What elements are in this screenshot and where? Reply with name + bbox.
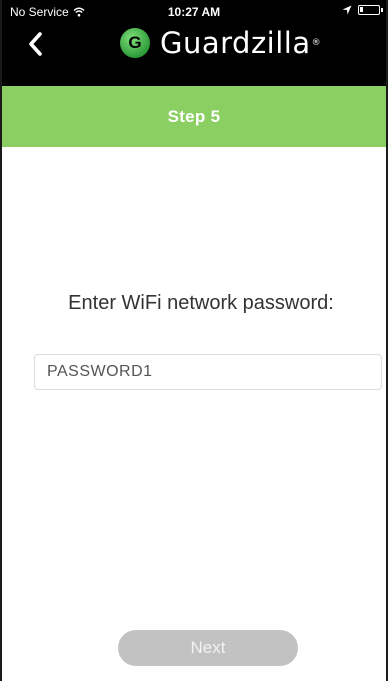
app-header: No Service 10:27 AM G Guardzilla® — [2, 0, 386, 86]
status-time: 10:27 AM — [167, 5, 221, 19]
wifi-password-prompt: Enter WiFi network password: — [68, 292, 334, 314]
next-button[interactable]: Next — [118, 630, 298, 666]
guardzilla-logo-icon: G — [120, 28, 150, 58]
status-bar: No Service 10:27 AM — [2, 0, 386, 24]
wifi-password-input[interactable] — [34, 354, 382, 390]
brand-name: Guardzilla® — [160, 28, 321, 58]
status-right — [342, 5, 383, 15]
location-arrow-icon — [342, 5, 352, 15]
nav-bar: G Guardzilla® — [2, 24, 386, 86]
back-button[interactable] — [22, 26, 52, 62]
brand-name-text: Guardzilla — [160, 26, 311, 60]
battery-icon — [358, 5, 383, 15]
step-title: Step 5 — [167, 106, 221, 126]
brand-registered-mark: ® — [311, 38, 322, 48]
chevron-left-icon — [29, 32, 42, 56]
app-screen: No Service 10:27 AM G Guardzilla® Step 5… — [0, 0, 388, 681]
brand: G Guardzilla® — [120, 28, 321, 58]
step-bar: Step 5 — [2, 86, 386, 147]
